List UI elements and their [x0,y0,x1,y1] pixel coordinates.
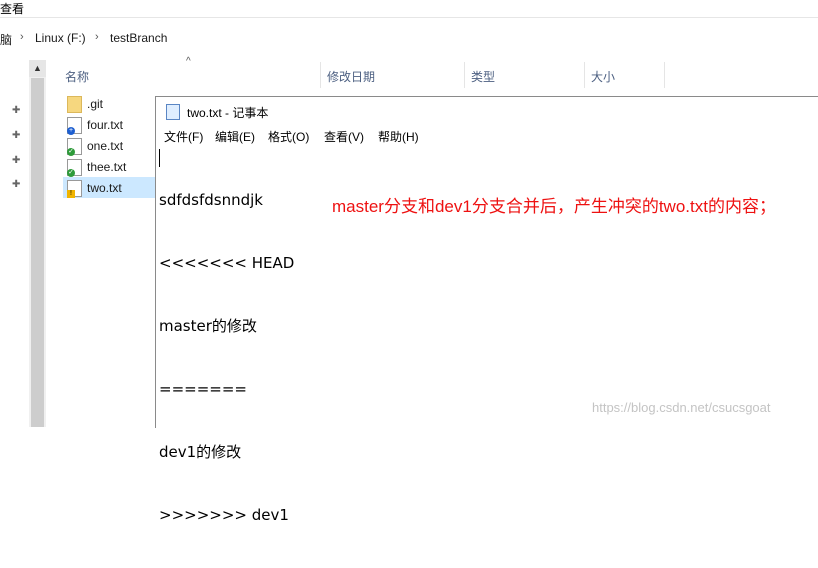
text-file-green-check-icon: ✓ [67,138,82,156]
text-line: ======= [159,380,247,398]
column-header-size[interactable]: 大小 [591,62,661,88]
file-row-thee[interactable]: ✓ thee.txt [63,156,155,177]
file-name: two.txt [87,181,122,195]
ribbon-strip: 查看 [0,0,818,18]
file-row-git[interactable]: .git [63,93,155,114]
column-header-type[interactable]: 类型 [471,62,581,88]
notepad-icon [166,104,180,120]
conflict-annotation: master分支和dev1分支合并后，产生冲突的two.txt的内容； [332,197,776,216]
scroll-up-icon[interactable]: ▲ [29,60,46,77]
text-line: sdfdsfdsnndjk [159,191,263,209]
address-prefix[interactable]: 脑 [0,31,12,48]
text-line: master的修改 [159,317,257,335]
notepad-titlebar[interactable]: two.txt - 记事本 [156,97,818,124]
pin-icon[interactable]: ✚ [12,155,20,166]
scrollbar-thumb[interactable] [31,78,44,427]
file-row-one[interactable]: ✓ one.txt [63,135,155,156]
column-divider[interactable] [464,62,465,88]
menu-file[interactable]: 文件(F) [164,128,203,145]
column-header-modified[interactable]: 修改日期 [327,62,462,88]
text-file-blue-badge-icon: + [67,117,82,135]
menu-help[interactable]: 帮助(H) [378,128,419,145]
text-line: >>>>>>> dev1 [159,506,289,524]
column-header-name[interactable]: 名称 [65,62,320,88]
file-name: four.txt [87,118,124,132]
text-file-green-check-icon: ✓ [67,159,82,177]
pin-icon[interactable]: ✚ [12,130,20,141]
text-line: <<<<<<< HEAD [159,254,295,272]
ribbon-view-tab[interactable]: 查看 [0,0,24,17]
column-divider[interactable] [584,62,585,88]
text-caret [159,149,160,167]
folder-icon [67,96,82,113]
file-name: .git [87,97,104,111]
address-bar[interactable]: 脑 › Linux (F:) › testBranch [0,26,818,50]
text-line: dev1的修改 [159,443,242,461]
chevron-right-icon: › [95,31,99,43]
watermark: https://blog.csdn.net/csucsgoat [592,400,771,415]
pin-icon[interactable]: ✚ [12,105,20,116]
notepad-window[interactable]: two.txt - 记事本 文件(F) 编辑(E) 格式(O) 查看(V) 帮助… [155,96,818,524]
file-name: thee.txt [87,160,127,174]
address-drive[interactable]: Linux (F:) [35,31,86,45]
notepad-title: two.txt - 记事本 [187,106,269,120]
column-divider[interactable] [320,62,321,88]
notepad-text-area[interactable]: sdfdsfdsnndjk <<<<<<< HEAD master的修改 ===… [159,148,294,568]
pin-icon[interactable]: ✚ [12,179,20,190]
address-folder[interactable]: testBranch [110,31,167,45]
menu-format[interactable]: 格式(O) [268,128,309,145]
text-file-conflict-icon: ! [67,180,82,198]
file-name: one.txt [87,139,124,153]
column-divider[interactable] [664,62,665,88]
chevron-right-icon: › [20,31,24,43]
file-row-two-selected[interactable]: ! two.txt [63,177,155,198]
nav-pane-scrollbar[interactable]: ▲ [29,60,46,427]
menu-view[interactable]: 查看(V) [324,128,364,145]
file-row-four[interactable]: + four.txt [63,114,155,135]
menu-edit[interactable]: 编辑(E) [215,128,255,145]
notepad-menubar: 文件(F) 编辑(E) 格式(O) 查看(V) 帮助(H) [156,124,818,146]
